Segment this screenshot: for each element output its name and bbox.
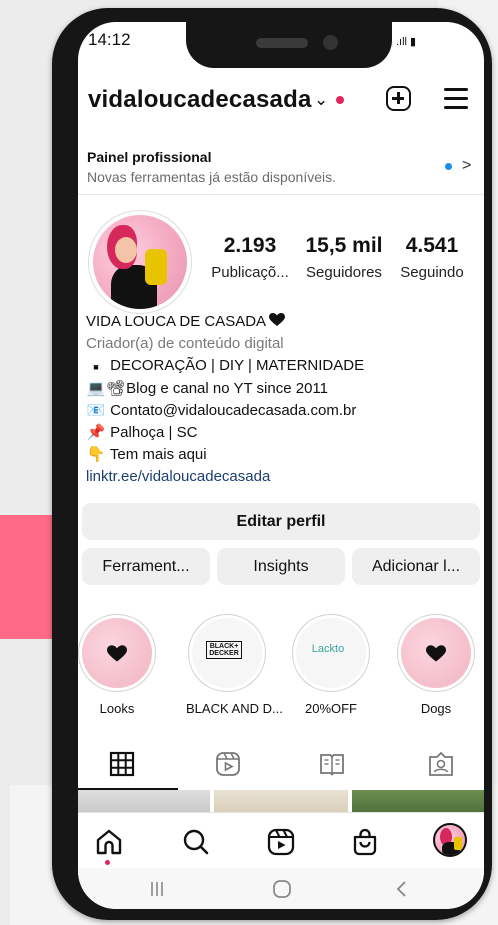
phone-screen: 14:12 .ıll ▮ vidaloucadecasada ⌄ Painel … [78,22,484,909]
bio-line: Palhoça | SC [110,424,198,441]
chevron-down-icon[interactable]: ⌄ [314,90,328,110]
menu-icon[interactable] [444,88,468,110]
panel-title: Painel profissional [87,149,212,165]
post-thumbnail[interactable] [214,790,348,814]
profile-username[interactable]: vidaloucadecasada [88,86,312,114]
home-notification-dot [105,860,110,865]
add-button[interactable]: Adicionar l... [352,548,480,585]
grid-icon[interactable] [108,750,136,778]
tagged-icon[interactable] [427,750,455,778]
bio-line: Blog e canal no YT since 2011 [126,380,328,397]
post-thumbnail[interactable] [352,790,484,814]
stat-following[interactable]: 4.541 Seguindo [394,234,470,281]
search-icon[interactable] [181,827,211,857]
profile-display-name: VIDA LOUCA DE CASADA [86,313,266,330]
bio-line: DECORAÇÃO | DIY | MATERNIDADE [110,357,365,374]
back-icon[interactable] [394,880,410,898]
home-icon[interactable] [94,827,124,857]
panel-subtitle: Novas ferramentas já estão disponíveis. [87,169,337,185]
highlight-looks[interactable]: Looks [78,614,158,716]
highlight-label: Dogs [420,701,452,716]
create-post-button[interactable] [386,86,411,111]
heart-icon [107,645,127,662]
profile-category: Criador(a) de conteúdo digital [86,335,284,352]
black-decker-logo: BLACK+ DECKER [206,641,242,659]
profile-bio: VIDA LOUCA DE CASADA Criador(a) de conte… [86,311,476,488]
tools-button[interactable]: Ferrament... [82,548,210,585]
phone-volume-down [52,300,58,362]
speaker-grille [256,38,308,48]
highlight-20off[interactable]: Lackto 20%OFF [290,614,372,716]
post-grid [78,790,484,814]
front-camera [323,35,338,50]
stat-followers[interactable]: 15,5 mil Seguidores [298,234,390,281]
lackto-logo: Lackto [311,643,345,655]
bio-link[interactable]: linktr.ee/vidaloucadecasada [86,466,476,488]
reels-nav-icon[interactable] [266,827,296,857]
highlight-black-and-decker[interactable]: BLACK+ DECKER BLACK AND D... [186,614,283,716]
pushpin-icon: 📌 [86,424,106,441]
stat-posts[interactable]: 2.193 Publicaçõ... [206,234,294,281]
phone-side-button [52,160,58,194]
profile-nav-avatar[interactable] [433,823,467,857]
edit-profile-button[interactable]: Editar perfil [82,503,480,540]
highlight-label: BLACK AND D... [186,701,283,716]
highlight-label: 20%OFF [304,701,357,716]
highlight-label: Looks [99,701,135,716]
system-navigation-bar [78,868,484,909]
post-thumbnail[interactable] [78,790,210,814]
bio-line: Tem mais aqui [109,446,207,463]
chevron-right-icon: > [462,157,472,174]
notification-dot [336,96,344,104]
bottom-navigation [78,812,484,869]
laptop-camera-icon: 💻 [86,380,106,397]
insights-button[interactable]: Insights [217,548,345,585]
email-icon: 📧 [86,402,106,419]
square-bullet-icon: ■ [93,362,99,372]
professional-dashboard[interactable]: Painel profissional Novas ferramentas já… [78,142,484,195]
home-button-icon[interactable] [271,879,293,899]
heart-icon [426,645,446,662]
reels-icon[interactable] [214,750,242,778]
profile-tabs [78,746,484,790]
recent-apps-icon[interactable] [148,880,166,898]
status-time: 14:12 [88,30,131,49]
bio-line: Contato@vidaloucadecasada.com.br [110,402,357,419]
highlight-dogs[interactable]: Dogs [395,614,477,716]
shop-icon[interactable] [350,827,380,857]
phone-volume-up [52,225,58,287]
signal-battery-icon: .ıll ▮ [396,36,417,48]
profile-avatar[interactable] [88,210,192,314]
black-heart-icon [269,313,286,326]
phone-notch [186,22,392,68]
info-dot [445,163,452,170]
film-camera-icon: 📽 [106,380,126,397]
pointing-down-icon: 👇 [86,446,106,463]
decorative-pink-block [0,515,60,639]
guide-icon[interactable] [318,750,346,778]
